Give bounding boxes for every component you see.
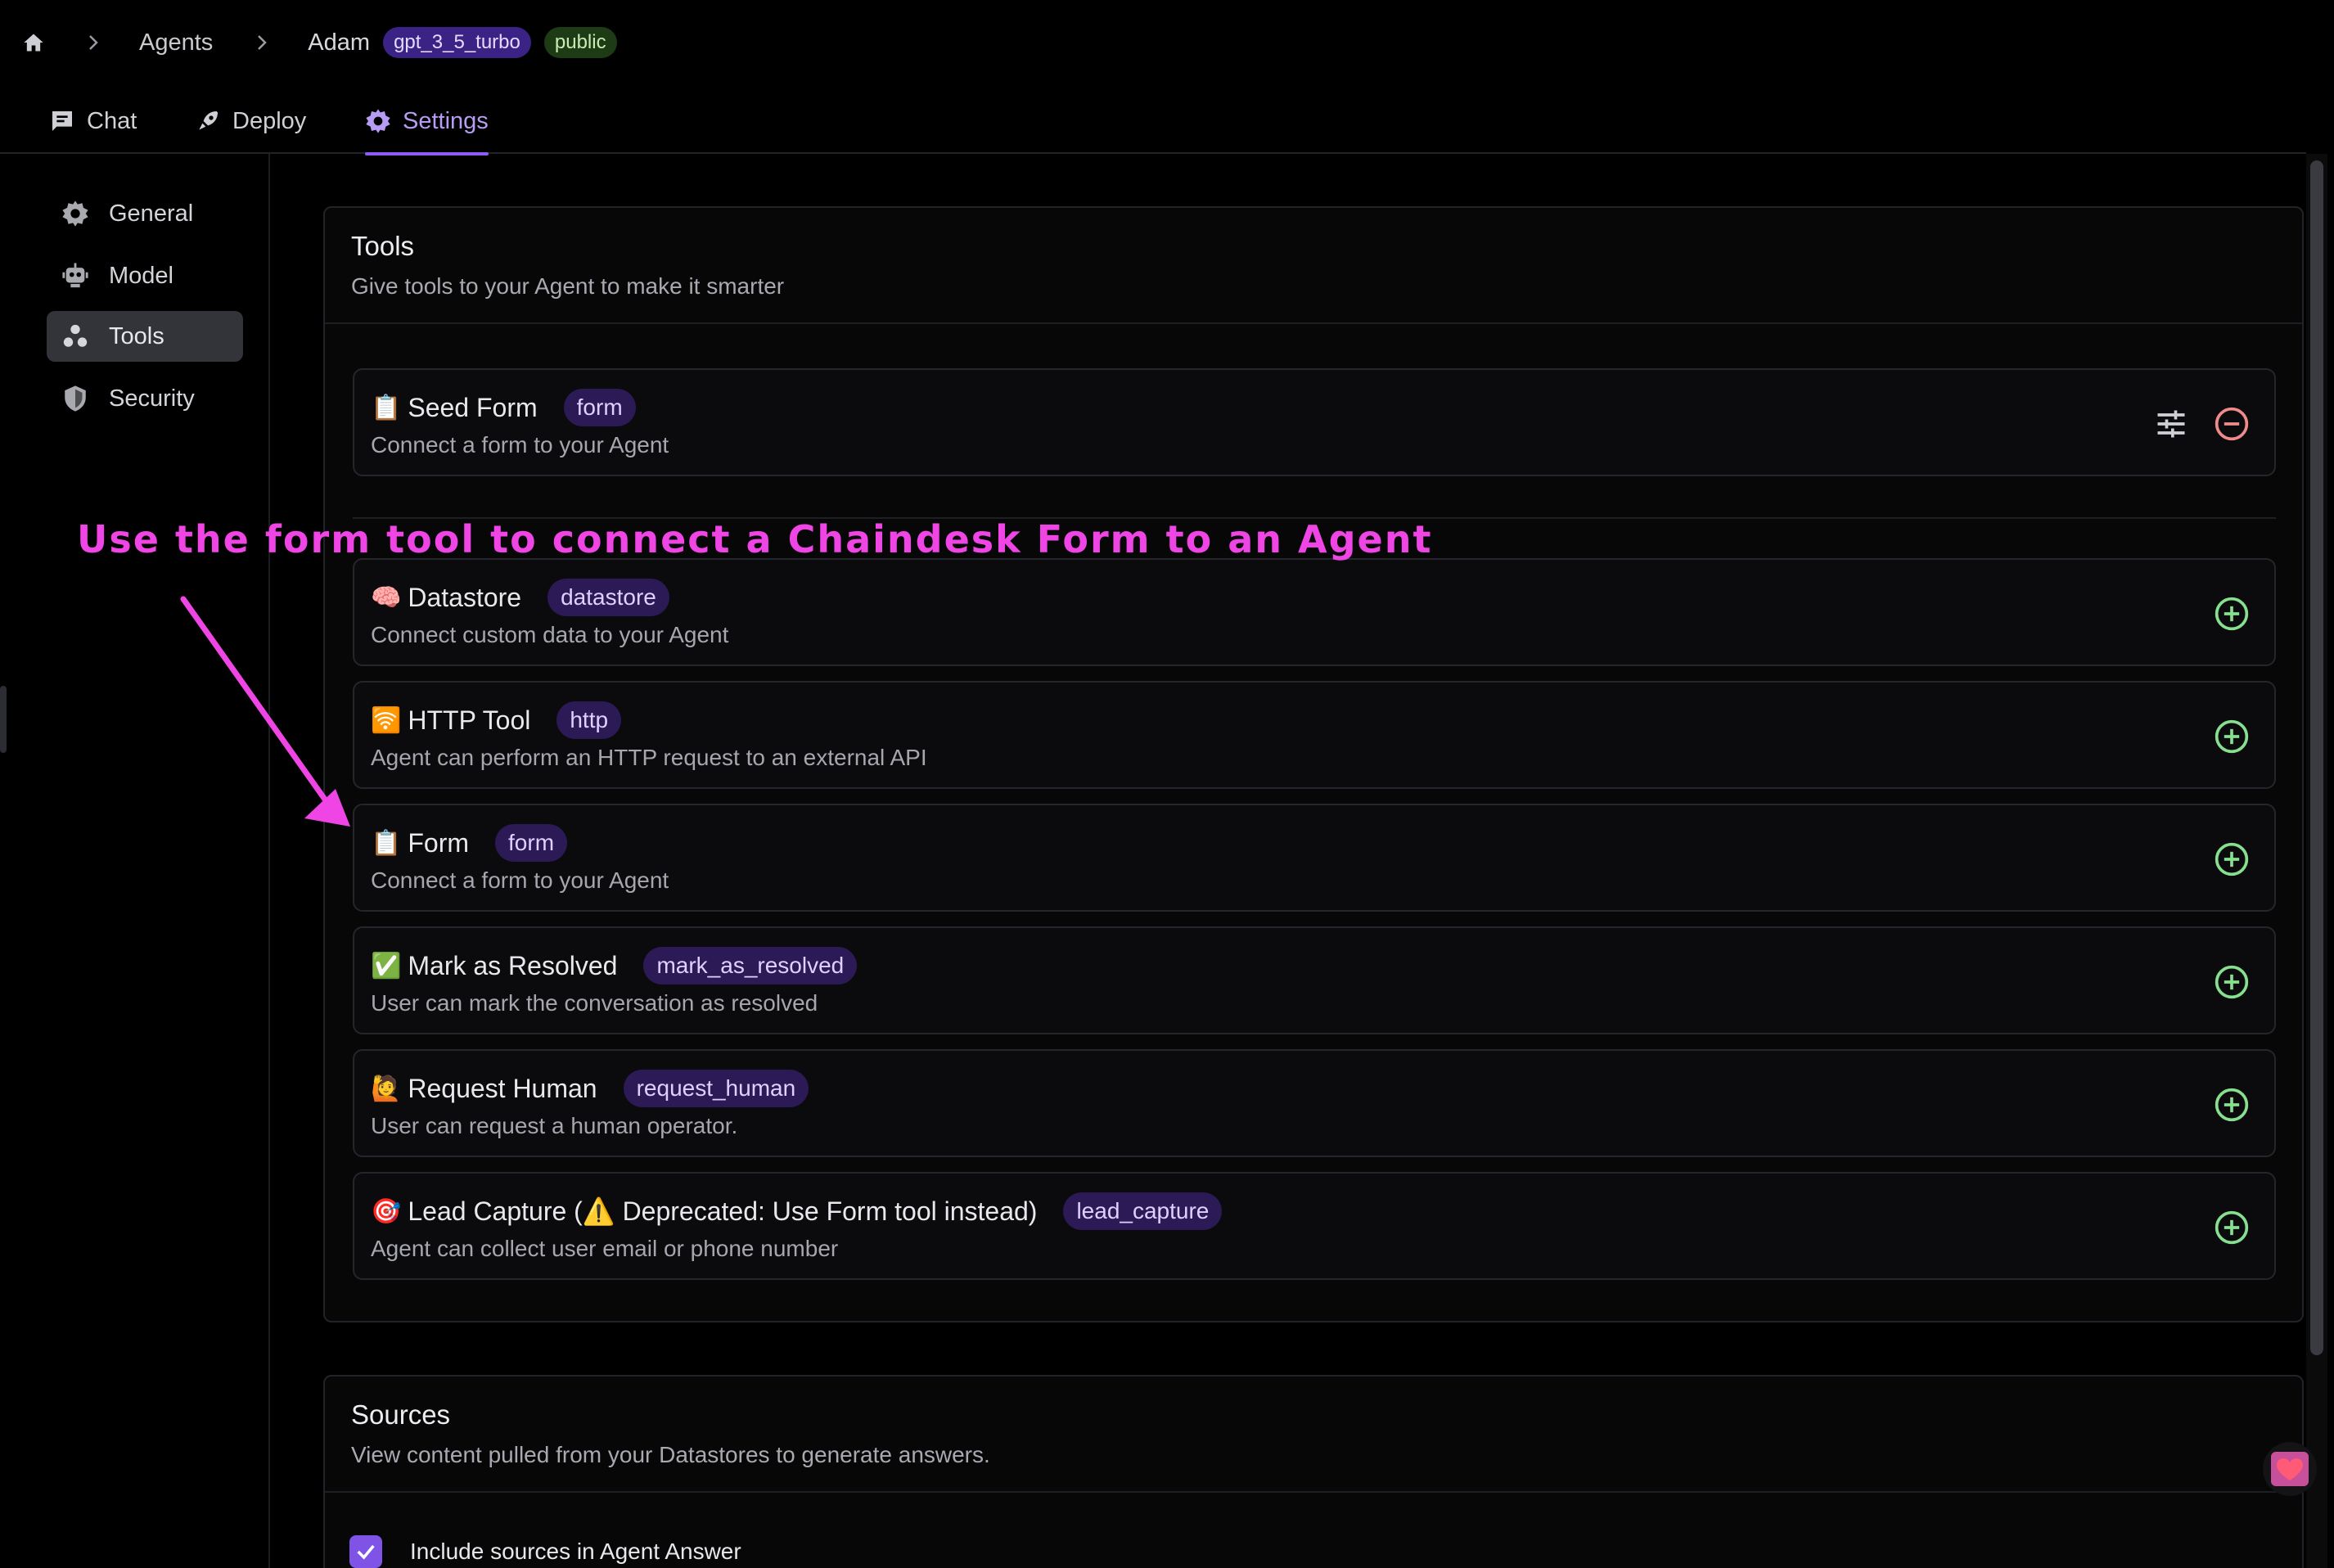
home-icon[interactable] xyxy=(20,29,47,56)
tools-panel: Tools Give tools to your Agent to make i… xyxy=(323,206,2304,1322)
tool-name: Mark as Resolved xyxy=(408,950,618,980)
target-icon: 🎯 xyxy=(371,1196,402,1226)
heart-icon xyxy=(2271,1452,2309,1486)
check-mark-icon: ✅ xyxy=(371,951,402,980)
tool-name: Request Human xyxy=(408,1073,597,1103)
plus-circle-icon xyxy=(2215,597,2249,631)
checkmark-icon xyxy=(357,1544,375,1560)
tool-settings-button[interactable] xyxy=(2153,406,2189,442)
sliders-icon xyxy=(2157,410,2185,438)
tools-subtitle: Give tools to your Agent to make it smar… xyxy=(351,273,785,299)
tools-title: Tools xyxy=(351,231,415,261)
tab-label: Chat xyxy=(87,108,137,134)
clipboard-icon: 📋 xyxy=(371,828,402,858)
visibility-badge: public xyxy=(543,27,617,58)
plus-circle-icon xyxy=(2215,965,2249,999)
tab-chat[interactable]: Chat xyxy=(49,97,137,154)
tool-name: Seed Form xyxy=(408,392,538,422)
tool-description: Connect a form to your Agent xyxy=(371,432,669,457)
sidebar-item-label: Model xyxy=(109,262,173,289)
add-tool-button[interactable] xyxy=(2214,719,2250,755)
tab-label: Deploy xyxy=(232,108,307,134)
brain-icon: 🧠 xyxy=(371,583,402,612)
remove-tool-button[interactable] xyxy=(2214,406,2250,442)
tools-panel-header: Tools Give tools to your Agent to make i… xyxy=(325,208,2302,324)
tool-card-http-tool: 🛜 HTTP Tool http Agent can perform an HT… xyxy=(353,681,2276,789)
tool-description: Agent can collect user email or phone nu… xyxy=(371,1236,839,1261)
breadcrumb-agents[interactable]: Agents xyxy=(139,29,213,56)
feedback-heart-button[interactable] xyxy=(2263,1442,2317,1496)
gear-icon xyxy=(62,201,88,227)
tool-tag: form xyxy=(495,824,568,862)
tool-card-seed-form: 📋 Seed Form form Connect a form to your … xyxy=(353,368,2276,476)
tool-name: Lead Capture (⚠️ Deprecated: Use Form to… xyxy=(408,1196,1038,1226)
tool-description: User can mark the conversation as resolv… xyxy=(371,990,818,1016)
tool-name: HTTP Tool xyxy=(408,705,531,735)
include-sources-label: Include sources in Agent Answer xyxy=(410,1539,741,1564)
sidebar-item-tools[interactable]: Tools xyxy=(47,311,243,362)
tool-card-form: 📋 Form form Connect a form to your Agent xyxy=(353,804,2276,912)
sidebar-item-label: General xyxy=(109,200,194,227)
tab-deploy[interactable]: Deploy xyxy=(195,97,306,154)
chevron-right-icon xyxy=(83,33,103,52)
tool-tag: http xyxy=(556,701,622,739)
minus-circle-icon xyxy=(2215,407,2249,441)
chevron-right-icon xyxy=(252,33,272,52)
include-sources-checkbox[interactable] xyxy=(349,1535,382,1568)
wireless-icon: 🛜 xyxy=(371,705,402,735)
rocket-icon xyxy=(199,111,218,130)
tool-card-request-human: 🙋 Request Human request_human User can r… xyxy=(353,1049,2276,1157)
add-tool-button[interactable] xyxy=(2214,1087,2250,1123)
add-tool-button[interactable] xyxy=(2214,964,2250,1000)
sidebar-resize-handle[interactable] xyxy=(0,686,7,753)
sources-panel-header: Sources View content pulled from your Da… xyxy=(325,1377,2302,1493)
sidebar-item-label: Tools xyxy=(109,322,164,349)
main-scrollbar[interactable] xyxy=(2306,154,2327,1568)
add-tool-button[interactable] xyxy=(2214,841,2250,877)
tab-bar: Chat Deploy Settings xyxy=(0,97,2306,155)
tool-tag: request_human xyxy=(623,1070,809,1107)
sources-title: Sources xyxy=(351,1399,451,1430)
tool-tag: mark_as_resolved xyxy=(643,947,858,985)
scrollbar-thumb[interactable] xyxy=(2310,160,2323,1355)
model-badge: gpt_3_5_turbo xyxy=(383,27,531,58)
tool-tag: lead_capture xyxy=(1063,1192,1223,1230)
tools-icon xyxy=(63,324,88,347)
tab-settings[interactable]: Settings xyxy=(365,97,489,155)
tab-label: Settings xyxy=(403,108,489,134)
sidebar-item-label: Security xyxy=(109,385,195,412)
shield-icon xyxy=(65,385,86,412)
settings-sidebar: General Model Tools Security xyxy=(0,154,270,1568)
tool-tag: form xyxy=(563,389,636,426)
tool-description: Agent can perform an HTTP request to an … xyxy=(371,745,927,770)
chat-icon xyxy=(52,111,72,131)
sources-panel: Sources View content pulled from your Da… xyxy=(323,1375,2304,1568)
plus-circle-icon xyxy=(2215,719,2249,754)
tool-description: Connect custom data to your Agent xyxy=(371,622,729,647)
tool-name: Datastore xyxy=(408,582,522,612)
breadcrumb: Agents Adam gpt_3_5_turbo public xyxy=(20,20,630,65)
tool-description: Connect a form to your Agent xyxy=(371,867,669,893)
sidebar-item-model[interactable]: Model xyxy=(47,250,243,301)
clipboard-icon: 📋 xyxy=(371,393,402,422)
annotation-text: Use the form tool to connect a Chaindesk… xyxy=(77,517,1433,561)
tool-name: Form xyxy=(408,827,470,858)
robot-icon xyxy=(62,263,88,288)
sidebar-item-security[interactable]: Security xyxy=(47,373,243,424)
raising-hand-icon: 🙋 xyxy=(371,1074,402,1103)
plus-circle-icon xyxy=(2215,1210,2249,1245)
plus-circle-icon xyxy=(2215,1088,2249,1122)
breadcrumb-agent-name: Adam xyxy=(308,29,371,56)
tool-card-lead-capture: 🎯 Lead Capture (⚠️ Deprecated: Use Form … xyxy=(353,1172,2276,1280)
tool-card-mark-as-resolved: ✅ Mark as Resolved mark_as_resolved User… xyxy=(353,926,2276,1034)
sidebar-item-general[interactable]: General xyxy=(47,188,243,239)
add-tool-button[interactable] xyxy=(2214,596,2250,632)
tool-description: User can request a human operator. xyxy=(371,1113,738,1138)
plus-circle-icon xyxy=(2215,842,2249,876)
gear-icon xyxy=(366,109,390,133)
tool-tag: datastore xyxy=(547,579,669,616)
sources-subtitle: View content pulled from your Datastores… xyxy=(351,1442,990,1467)
add-tool-button[interactable] xyxy=(2214,1210,2250,1246)
tool-card-datastore: 🧠 Datastore datastore Connect custom dat… xyxy=(353,558,2276,666)
